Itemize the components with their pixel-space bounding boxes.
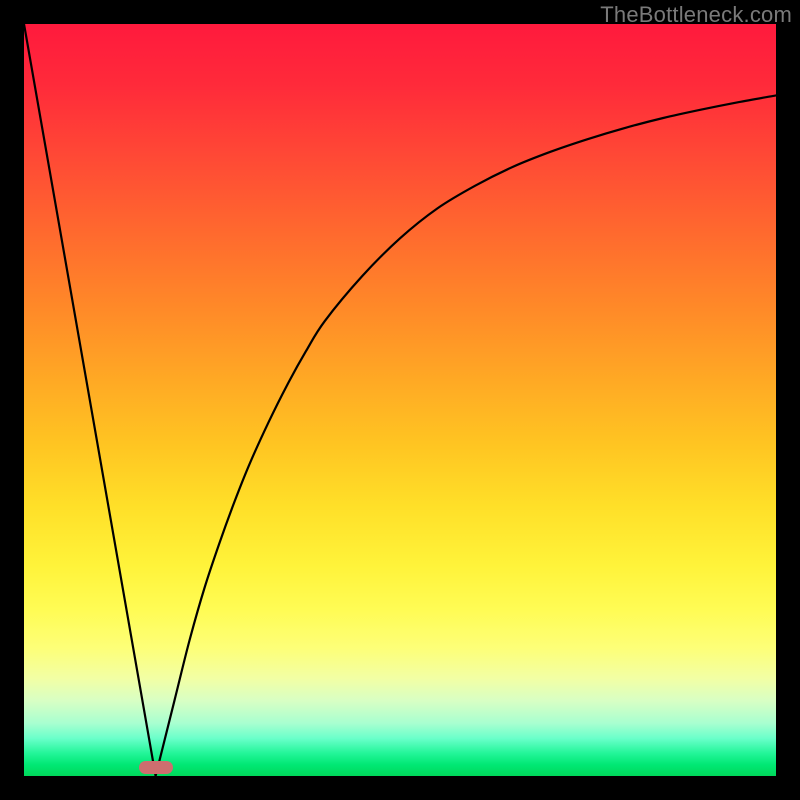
- bottleneck-curve: [24, 24, 776, 776]
- watermark-text: TheBottleneck.com: [600, 2, 792, 28]
- optimal-marker: [139, 761, 173, 774]
- chart-frame: TheBottleneck.com: [0, 0, 800, 800]
- plot-area: [24, 24, 776, 776]
